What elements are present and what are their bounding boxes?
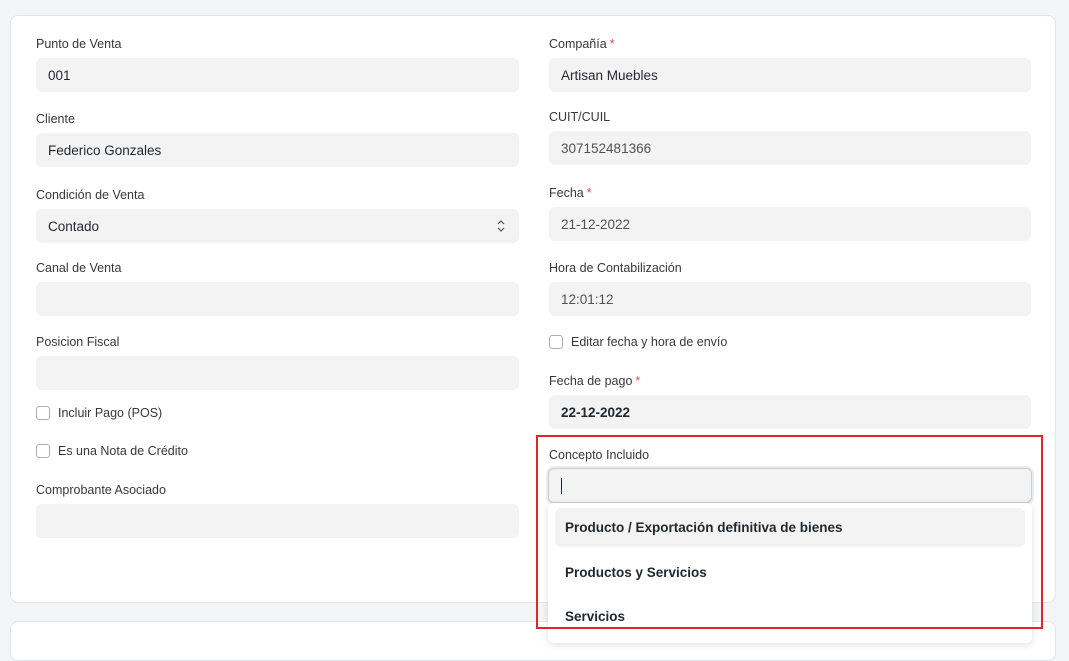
canal-de-venta-input[interactable] xyxy=(36,282,519,316)
posicion-fiscal-label: Posicion Fiscal xyxy=(36,335,120,349)
posicion-fiscal-input[interactable] xyxy=(36,356,519,390)
required-marker: * xyxy=(635,374,641,388)
compania-input[interactable]: Artisan Muebles xyxy=(549,58,1031,92)
nota-de-credito-checkbox[interactable]: Es una Nota de Crédito xyxy=(36,444,188,458)
cuit-input[interactable]: 307152481366 xyxy=(549,131,1031,165)
checkbox-box[interactable] xyxy=(36,444,50,458)
fecha-input[interactable]: 21-12-2022 xyxy=(549,207,1031,241)
required-marker: * xyxy=(586,186,592,200)
condicion-de-venta-label: Condición de Venta xyxy=(36,188,145,202)
comprobante-asociado-input[interactable] xyxy=(36,504,519,538)
dropdown-option[interactable]: Productos y Servicios xyxy=(555,553,1025,592)
chevron-up-down-icon xyxy=(497,220,505,232)
required-marker: * xyxy=(609,37,615,51)
compania-label: Compañía * xyxy=(549,37,615,51)
hora-input[interactable]: 12:01:12 xyxy=(549,282,1031,316)
incluir-pago-checkbox[interactable]: Incluir Pago (POS) xyxy=(36,406,162,420)
punto-de-venta-label: Punto de Venta xyxy=(36,37,122,51)
canal-de-venta-label: Canal de Venta xyxy=(36,261,122,275)
hora-label: Hora de Contabilización xyxy=(549,261,682,275)
nota-de-credito-label: Es una Nota de Crédito xyxy=(58,444,188,458)
editar-fecha-checkbox[interactable]: Editar fecha y hora de envío xyxy=(549,335,727,349)
cliente-input[interactable]: Federico Gonzales xyxy=(36,133,519,167)
incluir-pago-label: Incluir Pago (POS) xyxy=(58,406,163,420)
condicion-de-venta-select[interactable]: Contado xyxy=(36,209,519,243)
text-caret xyxy=(561,478,562,494)
concepto-incluido-dropdown: Producto / Exportación definitiva de bie… xyxy=(548,503,1032,643)
fecha-de-pago-label-text: Fecha de pago xyxy=(549,374,633,388)
checkbox-box[interactable] xyxy=(36,406,50,420)
dropdown-option[interactable]: Producto / Exportación definitiva de bie… xyxy=(555,508,1025,547)
comprobante-asociado-label: Comprobante Asociado xyxy=(36,483,166,497)
concepto-incluido-label: Concepto Incluido xyxy=(549,448,650,462)
cliente-label: Cliente xyxy=(36,112,75,126)
punto-de-venta-input[interactable]: 001 xyxy=(36,58,519,92)
condicion-de-venta-value: Contado xyxy=(48,218,100,234)
concepto-incluido-input[interactable] xyxy=(548,468,1032,503)
cuit-label: CUIT/CUIL xyxy=(549,110,611,124)
dropdown-option[interactable]: Servicios xyxy=(555,597,1025,636)
fecha-de-pago-label: Fecha de pago * xyxy=(549,374,640,388)
compania-label-text: Compañía xyxy=(549,37,607,51)
editar-fecha-label: Editar fecha y hora de envío xyxy=(571,335,728,349)
fecha-label: Fecha * xyxy=(549,186,592,200)
checkbox-box[interactable] xyxy=(549,335,563,349)
fecha-de-pago-input[interactable]: 22-12-2022 xyxy=(549,395,1031,429)
fecha-label-text: Fecha xyxy=(549,186,584,200)
